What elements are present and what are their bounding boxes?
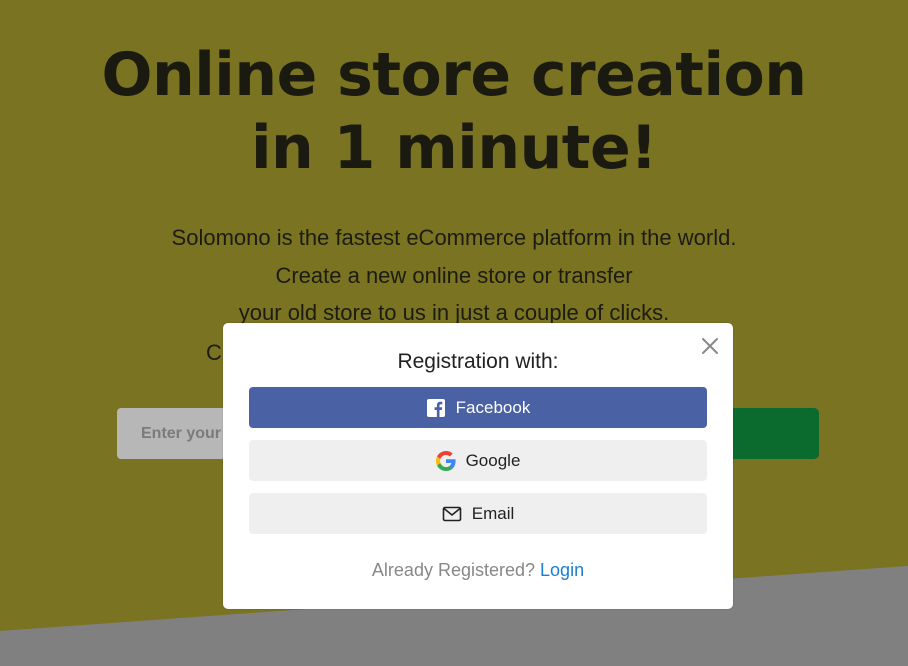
hero-subtitle-line1: Solomono is the fastest eCommerce platfo…: [171, 225, 737, 250]
hero-subtitle-line4: C: [206, 340, 222, 365]
facebook-icon: [426, 398, 446, 418]
hero-title-line1: Online store creation: [101, 40, 807, 110]
google-icon: [435, 450, 456, 471]
envelope-icon: [442, 504, 462, 524]
facebook-button[interactable]: Facebook: [249, 387, 707, 428]
hero-title-line2: in 1 minute!: [250, 113, 658, 183]
already-registered: Already Registered? Login: [223, 560, 733, 581]
login-link[interactable]: Login: [540, 560, 584, 580]
facebook-label: Facebook: [455, 397, 531, 417]
google-button[interactable]: Google: [249, 440, 707, 481]
google-label: Google: [465, 450, 521, 470]
modal-title: Registration with:: [397, 350, 559, 373]
already-registered-text: Already Registered?: [371, 560, 536, 580]
email-label: Email: [471, 503, 515, 523]
email-button[interactable]: Email: [249, 493, 707, 534]
registration-modal: Registration with: Facebook Google Email…: [223, 323, 733, 609]
hero-subtitle-line2: Create a new online store or transfer: [275, 263, 633, 288]
